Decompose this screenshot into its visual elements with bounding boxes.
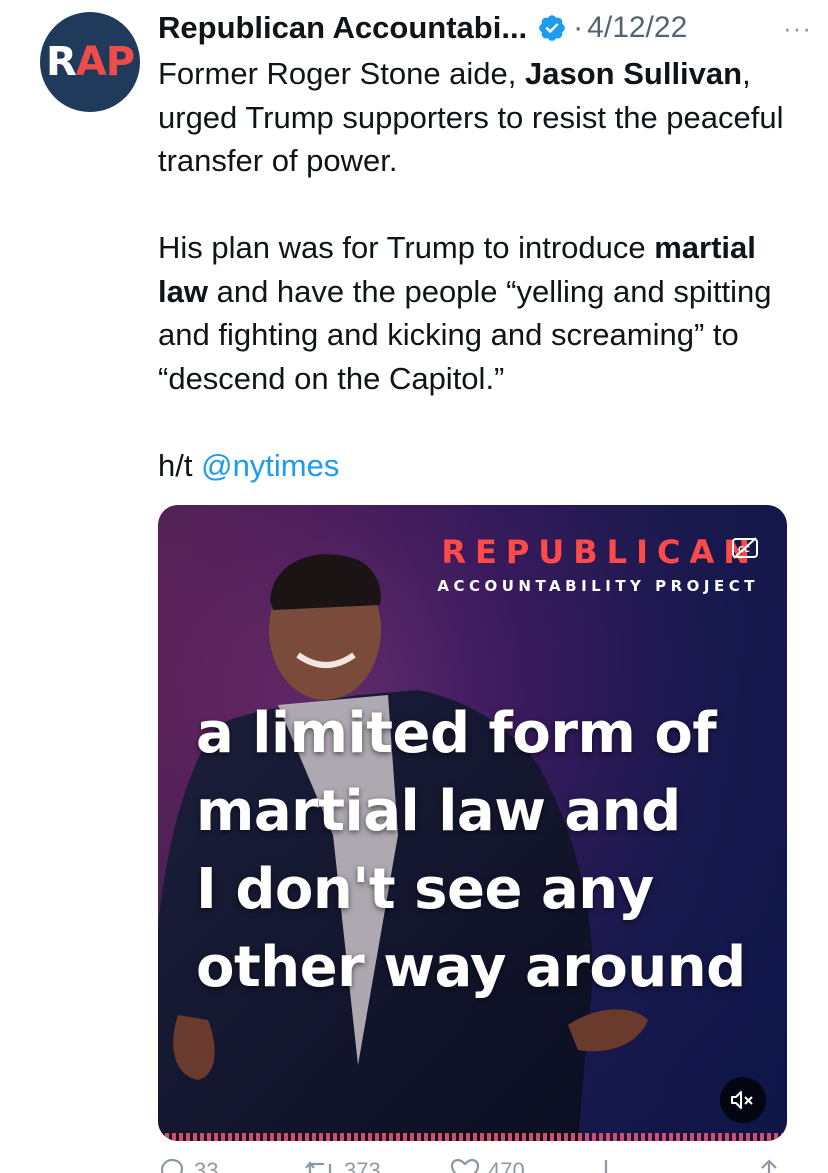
tweet-paragraph-2: His plan was for Trump to introduce mart… — [158, 230, 772, 396]
tweet-date[interactable]: 4/12/22 — [587, 11, 687, 45]
more-options-icon[interactable]: ··· — [783, 13, 812, 44]
mention-link[interactable]: @nytimes — [201, 448, 339, 483]
retweet-icon — [305, 1161, 332, 1173]
subtitle-line: I don't see any — [196, 857, 654, 922]
brand-logo: REPUBLICAN ACCOUNTABILITY PROJECT — [437, 533, 759, 595]
tweet-actions: 33 373 470 — [158, 1158, 788, 1173]
brand-subtitle: ACCOUNTABILITY PROJECT — [437, 577, 759, 595]
retweet-button[interactable]: 373 — [304, 1158, 381, 1173]
views-icon — [604, 1160, 608, 1173]
subtitle-line: other way around — [196, 935, 746, 1000]
reply-icon — [160, 1158, 184, 1173]
tweet-paragraph-3: h/t @nytimes — [158, 447, 340, 483]
subtitle-line: a limited form of — [196, 701, 717, 766]
captions-off-icon[interactable]: CC — [730, 535, 760, 561]
like-button[interactable]: 470 — [450, 1158, 525, 1173]
reply-count: 33 — [194, 1158, 219, 1173]
video-player[interactable]: REPUBLICAN ACCOUNTABILITY PROJECT CC a l… — [158, 505, 787, 1141]
tweet-header: Republican Accountabi... · 4/12/22 ··· — [158, 6, 818, 50]
tweet-paragraph-1: Former Roger Stone aide, Jason Sullivan,… — [158, 56, 784, 178]
subtitle-line: martial law and — [196, 779, 681, 844]
views-button[interactable] — [596, 1158, 616, 1173]
account-name[interactable]: Republican Accountabi... — [158, 10, 527, 46]
share-button[interactable] — [756, 1158, 782, 1173]
like-count: 470 — [488, 1158, 525, 1173]
brand-title: REPUBLICAN — [441, 533, 759, 571]
like-icon — [450, 1158, 480, 1173]
video-progress-bar[interactable] — [158, 1133, 787, 1141]
video-subtitle: a limited form of martial law and I don'… — [196, 695, 756, 1007]
verified-badge-icon — [539, 15, 565, 41]
avatar-letter-r: R — [45, 39, 77, 85]
muted-speaker-icon — [731, 1091, 753, 1109]
mute-button[interactable] — [720, 1077, 766, 1123]
header-separator: · — [573, 11, 584, 44]
reply-button[interactable]: 33 — [158, 1158, 218, 1173]
profile-avatar[interactable]: R AP — [40, 12, 140, 112]
avatar-letters-ap: AP — [75, 39, 135, 85]
tweet-text: Former Roger Stone aide, Jason Sullivan,… — [158, 52, 808, 487]
share-icon — [761, 1159, 777, 1173]
retweet-count: 373 — [344, 1158, 381, 1173]
